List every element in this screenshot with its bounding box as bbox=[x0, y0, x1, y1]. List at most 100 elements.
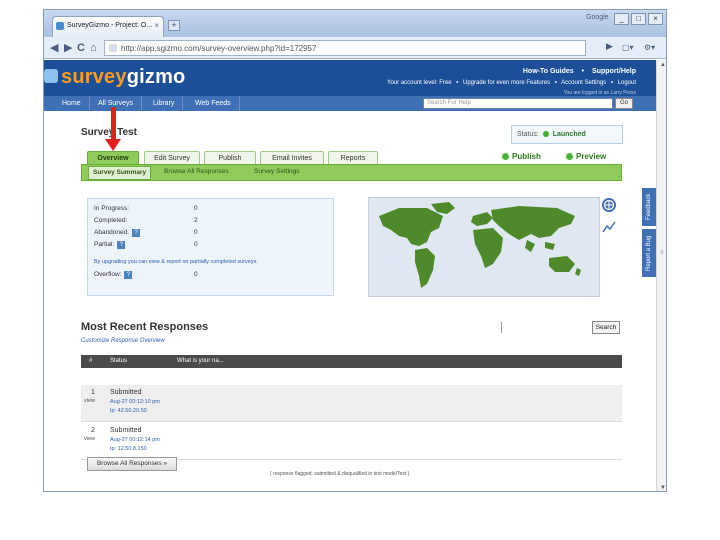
back-icon[interactable]: ◀ bbox=[50, 41, 58, 55]
support-help-link[interactable]: Support/Help bbox=[592, 68, 636, 75]
tab-edit-survey[interactable]: Edit Survey bbox=[144, 151, 200, 165]
row-status: Submitted bbox=[110, 389, 142, 396]
row-ip: Ip: 42.50.20.50 bbox=[110, 408, 147, 414]
response-search-input[interactable] bbox=[501, 322, 583, 333]
survey-title: Survey Test bbox=[81, 127, 137, 138]
tab-overview[interactable]: Overview bbox=[87, 151, 139, 165]
site-header: surveygizmo How-To Guides • Support/Help… bbox=[44, 60, 656, 96]
tab-email-invites[interactable]: Email Invites bbox=[260, 151, 324, 165]
surveygizmo-logo-icon bbox=[44, 69, 58, 83]
help-icon[interactable]: ? bbox=[117, 241, 126, 249]
column-header-status[interactable]: Status bbox=[110, 355, 127, 368]
stat-in-progress: In Progress: 0 bbox=[94, 205, 198, 212]
line-chart-icon[interactable] bbox=[602, 220, 616, 234]
maximize-button[interactable]: □ bbox=[631, 13, 646, 25]
row-status: Submitted bbox=[110, 427, 142, 434]
vertical-scrollbar[interactable]: ▲ ≡ ▼ bbox=[656, 60, 666, 491]
browser-tab[interactable]: SurveyGizmo - Project: O... × bbox=[52, 16, 164, 37]
minimize-button[interactable]: _ bbox=[614, 13, 629, 25]
google-brand-label: Google bbox=[586, 14, 609, 21]
subtab-survey-summary[interactable]: Survey Summary bbox=[88, 166, 152, 180]
help-search-input[interactable]: Search For Help bbox=[423, 98, 613, 109]
address-text: http://app.sgizmo.com/survey-overview.ph… bbox=[121, 44, 317, 53]
browser-toolbar: ◀ ▶ C ⌂ http://app.sgizmo.com/survey-ove… bbox=[44, 37, 666, 59]
world-map-graphic bbox=[379, 202, 581, 288]
favicon-icon bbox=[56, 22, 64, 30]
annotation-arrow-icon bbox=[105, 139, 121, 151]
report-bug-tab[interactable]: Report a Bug bbox=[642, 229, 656, 277]
header-links: How-To Guides • Support/Help bbox=[522, 68, 636, 75]
nav-all-surveys[interactable]: All Surveys bbox=[90, 96, 143, 111]
stat-abandoned: Abandoned:? 0 bbox=[94, 229, 198, 237]
status-value[interactable]: Launched bbox=[553, 131, 586, 138]
scroll-down-icon[interactable]: ▼ bbox=[660, 485, 666, 491]
globe-icon[interactable] bbox=[602, 198, 616, 212]
help-icon[interactable]: ? bbox=[132, 229, 141, 237]
row-date: Aug-27 00:12:10 pm bbox=[110, 399, 160, 405]
help-search-go-button[interactable]: Go bbox=[615, 98, 633, 109]
view-link[interactable]: view bbox=[84, 436, 95, 442]
stat-completed: Completed: 2 bbox=[94, 217, 198, 224]
upgrade-note-link[interactable]: By upgrading you can view & report on pa… bbox=[94, 259, 258, 265]
annotation-arrow-shaft bbox=[111, 107, 116, 141]
browser-tab-bar: SurveyGizmo - Project: O... × + Google _… bbox=[44, 10, 666, 37]
upgrade-link[interactable]: Upgrade for even more Features bbox=[463, 80, 550, 86]
tab-publish[interactable]: Publish bbox=[204, 151, 256, 165]
nav-web-feeds[interactable]: Web Feeds bbox=[187, 96, 240, 111]
reload-icon[interactable]: C bbox=[77, 41, 85, 55]
scroll-grip-icon[interactable]: ≡ bbox=[660, 250, 664, 256]
logout-link[interactable]: Logout bbox=[618, 80, 636, 86]
address-bar[interactable]: http://app.sgizmo.com/survey-overview.ph… bbox=[104, 40, 586, 56]
forward-icon[interactable]: ▶ bbox=[64, 41, 72, 55]
stat-partial: Partial:? 0 bbox=[94, 241, 198, 249]
table-header: # Status What is your na... bbox=[81, 355, 622, 368]
browse-all-responses-button[interactable]: Browse All Responses » bbox=[87, 457, 177, 471]
account-settings-link[interactable]: Account Settings bbox=[561, 80, 606, 86]
new-tab-button[interactable]: + bbox=[168, 20, 180, 31]
nav-home[interactable]: Home bbox=[54, 96, 90, 111]
scroll-up-icon[interactable]: ▲ bbox=[660, 62, 666, 68]
responses-table: # Status What is your na... 1 view Submi… bbox=[81, 355, 622, 460]
publish-button[interactable]: Publish bbox=[502, 152, 541, 161]
page-icon bbox=[109, 44, 117, 52]
feedback-tab[interactable]: Feedback bbox=[642, 188, 656, 226]
main-nav: Home All Surveys Library Web Feeds Searc… bbox=[44, 96, 656, 111]
logo-survey-text: survey bbox=[61, 66, 127, 88]
row-date: Aug-27 00:12:14 pm bbox=[110, 437, 160, 443]
logo-gizmo-text: gizmo bbox=[126, 66, 186, 88]
view-link[interactable]: view bbox=[84, 398, 95, 404]
customize-response-link[interactable]: Customize Response Overview bbox=[81, 338, 165, 344]
status-dot-icon bbox=[542, 131, 549, 137]
column-header-name[interactable]: What is your na... bbox=[177, 355, 224, 368]
account-links: Your account level: Free • Upgrade for e… bbox=[387, 80, 636, 86]
go-icon[interactable]: ▶ bbox=[606, 41, 613, 52]
check-icon bbox=[502, 153, 509, 160]
how-to-guides-link[interactable]: How-To Guides bbox=[523, 68, 574, 75]
nav-library[interactable]: Library bbox=[145, 96, 184, 111]
surveygizmo-logo[interactable]: surveygizmo bbox=[61, 66, 185, 89]
close-window-button[interactable]: × bbox=[648, 13, 663, 25]
subtab-survey-settings[interactable]: Survey Settings bbox=[254, 166, 300, 178]
subtab-bar bbox=[81, 164, 622, 181]
status-box: Status: Launched bbox=[511, 125, 623, 144]
response-legend: ( response flagged: submitted & disquali… bbox=[270, 471, 410, 477]
tab-reports[interactable]: Reports bbox=[328, 151, 378, 165]
column-header-number[interactable]: # bbox=[89, 355, 92, 368]
tools-menu-icon[interactable]: ⚙▾ bbox=[644, 41, 655, 55]
page-menu-icon[interactable]: ▢▾ bbox=[622, 41, 634, 55]
home-icon[interactable]: ⌂ bbox=[90, 41, 97, 55]
preview-icon bbox=[566, 153, 573, 160]
status-label: Status: bbox=[517, 131, 539, 138]
row-ip: Ip: 12.50.8.150 bbox=[110, 446, 147, 452]
subtab-browse-all-responses[interactable]: Browse All Responses bbox=[164, 166, 229, 178]
browser-window: SurveyGizmo - Project: O... × + Google _… bbox=[43, 9, 667, 492]
response-search-button[interactable]: Search bbox=[592, 321, 620, 334]
table-row[interactable]: 1 view Submitted Aug-27 00:12:10 pm Ip: … bbox=[81, 385, 622, 422]
response-stats-box: In Progress: 0 Completed: 2 Abandoned:? 0 P… bbox=[87, 198, 334, 296]
tab-title: SurveyGizmo - Project: O... bbox=[67, 22, 153, 29]
help-icon[interactable]: ? bbox=[124, 271, 133, 279]
tab-close-icon[interactable]: × bbox=[154, 21, 159, 30]
table-row[interactable]: 2 view Submitted Aug-27 00:12:14 pm Ip: … bbox=[81, 423, 622, 460]
recent-responses-title: Most Recent Responses bbox=[81, 321, 209, 333]
preview-button[interactable]: Preview bbox=[566, 152, 606, 161]
